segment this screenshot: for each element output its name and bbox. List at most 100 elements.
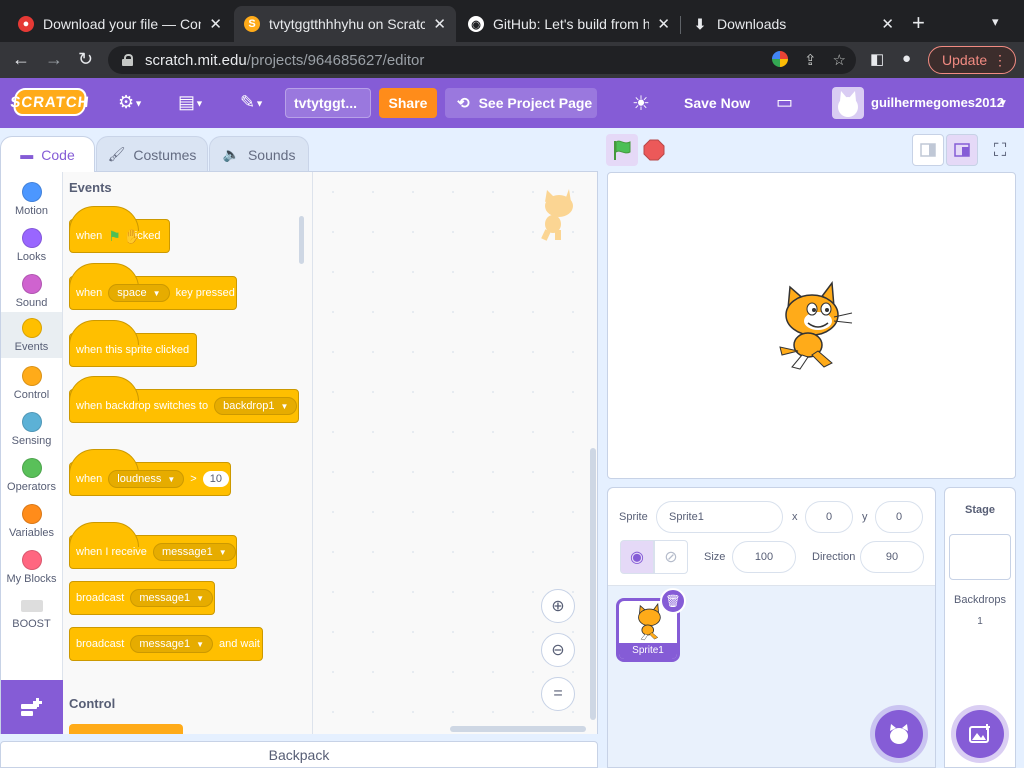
my-stuff-folder-icon[interactable]: ▭ — [776, 92, 793, 113]
url-text[interactable]: scratch.mit.edu/projects/964685627/edito… — [145, 52, 424, 69]
more-menu-icon[interactable]: ⋮ — [993, 52, 1007, 69]
account-chevron-down-icon[interactable]: ▼ — [998, 98, 1008, 109]
workspace-horizontal-scrollbar[interactable] — [450, 726, 586, 732]
when-loudness-block[interactable]: when loudness ▼ > 10 — [69, 449, 231, 496]
tab-code-label: Code — [41, 146, 75, 163]
when-i-receive-block[interactable]: when I receive message1 ▼ — [69, 522, 237, 569]
github-icon: ◉ — [468, 16, 484, 32]
back-arrow-icon[interactable]: ← — [12, 50, 30, 68]
direction-field[interactable]: 90 — [860, 541, 924, 573]
y-label: y — [862, 511, 868, 523]
tab-code[interactable]: ▬ Code — [0, 136, 95, 172]
when-backdrop-switches-block[interactable]: when backdrop switches to backdrop1 ▼ — [69, 376, 299, 423]
sprite-name-field[interactable]: Sprite1 — [656, 501, 783, 533]
category-sensing[interactable]: Sensing — [1, 406, 62, 452]
browser-tab-convert[interactable]: ● Download your file — Conve ✕ — [8, 6, 232, 42]
edit-menu-icon[interactable]: ✎▼ — [240, 92, 264, 113]
when-flag-clicked-block[interactable]: when ⚑ clicked — [69, 206, 170, 253]
update-button[interactable]: Update ⋮ — [928, 46, 1016, 74]
chevron-down-icon: ▼ — [167, 474, 176, 484]
share-page-icon[interactable]: ⇪ — [804, 51, 817, 69]
choose-sprite-button[interactable] — [875, 710, 923, 758]
forward-arrow-icon[interactable]: → — [45, 50, 63, 68]
reload-icon[interactable]: ↻ — [78, 50, 93, 68]
file-menu-icon[interactable]: ▤▼ — [178, 92, 204, 113]
when-key-pressed-block[interactable]: when space ▼ key pressed — [69, 263, 237, 310]
stop-button[interactable] — [638, 134, 670, 166]
green-flag-icon — [614, 140, 631, 160]
settings-gear-icon[interactable]: ⚙▼ — [118, 92, 143, 113]
message-dropdown[interactable]: message1 ▼ — [130, 589, 213, 607]
address-bar[interactable]: scratch.mit.edu/projects/964685627/edito… — [108, 46, 856, 74]
zoom-in-button[interactable]: ⊕ — [541, 589, 575, 623]
category-events[interactable]: Events — [1, 312, 62, 358]
lock-icon[interactable] — [122, 54, 133, 66]
browser-tab-downloads[interactable]: ⬇ Downloads ✕ — [682, 6, 904, 42]
category-my-blocks[interactable]: My Blocks — [1, 544, 62, 590]
category-motion[interactable]: Motion — [1, 176, 62, 222]
tab-costumes[interactable]: 🖌 Costumes — [96, 136, 208, 172]
bookmark-star-icon[interactable]: ☆ — [833, 51, 846, 69]
profile-icon[interactable]: ● — [902, 50, 911, 67]
browser-tab-scratch[interactable]: S tvtytggtthhhyhu on Scratch ✕ — [234, 6, 456, 42]
message-dropdown[interactable]: message1 ▼ — [152, 543, 236, 561]
y-position-field[interactable]: 0 — [875, 501, 923, 533]
new-tab-icon[interactable]: + — [912, 12, 925, 34]
backdrop-dropdown[interactable]: backdrop1 ▼ — [214, 397, 298, 415]
category-boost[interactable]: BOOST — [1, 592, 62, 638]
cat-sprite[interactable] — [768, 281, 854, 371]
side-panel-icon[interactable]: ◧ — [870, 50, 884, 68]
avatar[interactable] — [832, 87, 864, 119]
x-position-field[interactable]: 0 — [805, 501, 853, 533]
close-tab-icon[interactable]: ✕ — [881, 15, 894, 33]
hide-sprite-button[interactable]: ⊘ — [654, 540, 688, 574]
broadcast-block[interactable]: broadcast message1 ▼ — [69, 581, 215, 615]
green-flag-button[interactable] — [606, 134, 638, 166]
tab-sounds[interactable]: 🔈 Sounds — [209, 136, 309, 172]
category-variables[interactable]: Variables — [1, 498, 62, 544]
sensing-bubble-icon — [21, 412, 42, 432]
choose-backdrop-button[interactable] — [956, 710, 1004, 758]
large-stage-button[interactable] — [946, 134, 978, 166]
see-project-page-button[interactable]: ⟲ See Project Page — [445, 88, 597, 118]
threshold-input[interactable]: 10 — [202, 471, 229, 487]
share-button[interactable]: Share — [379, 88, 437, 118]
close-tab-icon[interactable]: ✕ — [209, 15, 222, 33]
tab-search-icon[interactable]: ▾ — [992, 14, 999, 30]
scratch-logo[interactable]: SCRATCH — [9, 88, 91, 116]
turbo-mode-bulb-icon[interactable]: ☀ — [632, 91, 650, 116]
zoom-reset-button[interactable]: = — [541, 677, 575, 711]
palette-scrollbar[interactable] — [299, 216, 304, 264]
broadcast-and-wait-block[interactable]: broadcast message1 ▼ and wait — [69, 627, 263, 661]
close-tab-icon[interactable]: ✕ — [657, 15, 670, 33]
dropdown-value: space — [117, 287, 147, 299]
project-title-input[interactable]: tvtytggt... — [285, 88, 371, 118]
save-now-button[interactable]: Save Now — [684, 95, 750, 111]
close-tab-icon[interactable]: ✕ — [433, 15, 446, 33]
when-sprite-clicked-block[interactable]: when this sprite clicked — [69, 320, 197, 367]
username[interactable]: guilhermegomes2012 — [871, 95, 1004, 110]
delete-sprite-button[interactable]: 🗑 — [660, 588, 686, 614]
small-stage-button[interactable] — [912, 134, 944, 166]
add-extension-button[interactable] — [1, 680, 63, 734]
category-operators[interactable]: Operators — [1, 452, 62, 498]
category-label: Operators — [7, 481, 56, 493]
sensor-dropdown[interactable]: loudness ▼ — [108, 470, 185, 488]
category-looks[interactable]: Looks — [1, 222, 62, 268]
backpack[interactable]: Backpack — [0, 741, 598, 768]
show-sprite-button[interactable]: ◉ — [620, 540, 654, 574]
fullscreen-button[interactable]: ⛶ — [984, 134, 1016, 166]
tab-sounds-label: Sounds — [247, 146, 296, 163]
stage-backdrop-thumbnail[interactable] — [949, 534, 1011, 580]
key-dropdown[interactable]: space ▼ — [108, 284, 170, 302]
workspace-vertical-scrollbar[interactable] — [590, 448, 596, 720]
message-dropdown[interactable]: message1 ▼ — [130, 635, 213, 653]
stage-canvas[interactable] — [607, 172, 1016, 479]
size-field[interactable]: 100 — [732, 541, 796, 573]
category-control[interactable]: Control — [1, 360, 62, 406]
stop-octagon-icon — [643, 139, 665, 161]
browser-tab-github[interactable]: ◉ GitHub: Let's build from her ✕ — [458, 6, 680, 42]
zoom-out-button[interactable]: ⊖ — [541, 633, 575, 667]
category-sound[interactable]: Sound — [1, 268, 62, 314]
google-icon[interactable] — [771, 51, 788, 67]
